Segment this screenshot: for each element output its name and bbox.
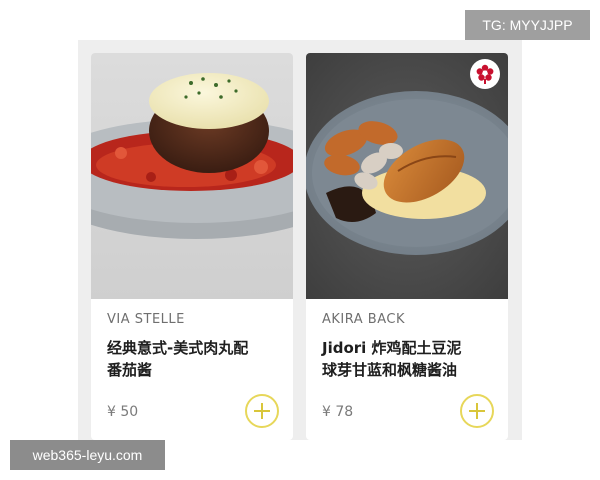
restaurant-name: AKIRA BACK	[322, 312, 405, 327]
watermark-bottom-left: web365-leyu.com	[10, 440, 165, 470]
dish-name[interactable]: Jidori 炸鸡配土豆泥 球芽甘蓝和枫糖酱油	[322, 337, 498, 381]
menu-item-card[interactable]: VIA STELLE 经典意式-美式肉丸配 番茄酱 ¥ 50	[91, 53, 293, 440]
restaurant-name: VIA STELLE	[107, 312, 185, 327]
watermark-top-right: TG: MYYJJPP	[465, 10, 590, 40]
add-to-cart-button[interactable]	[245, 394, 279, 428]
dish-photo-chicken	[306, 53, 508, 299]
menu-item-card[interactable]: AKIRA BACK Jidori 炸鸡配土豆泥 球芽甘蓝和枫糖酱油 ¥ 78	[306, 53, 508, 440]
add-to-cart-button[interactable]	[460, 394, 494, 428]
dish-name-line: 番茄酱	[107, 361, 153, 379]
dish-name-line: 球芽甘蓝和枫糖酱油	[322, 361, 458, 379]
dish-name-line: 经典意式-美式肉丸配	[107, 339, 249, 357]
dish-photo-meatball	[91, 53, 293, 299]
michelin-star-icon	[470, 59, 500, 89]
dish-price: ¥ 50	[107, 404, 139, 420]
dish-name[interactable]: 经典意式-美式肉丸配 番茄酱	[107, 337, 283, 381]
dish-name-line: Jidori 炸鸡配土豆泥	[322, 339, 462, 357]
dish-price: ¥ 78	[322, 404, 354, 420]
menu-page: VIA STELLE 经典意式-美式肉丸配 番茄酱 ¥ 50 AKIRA BAC…	[0, 0, 600, 480]
